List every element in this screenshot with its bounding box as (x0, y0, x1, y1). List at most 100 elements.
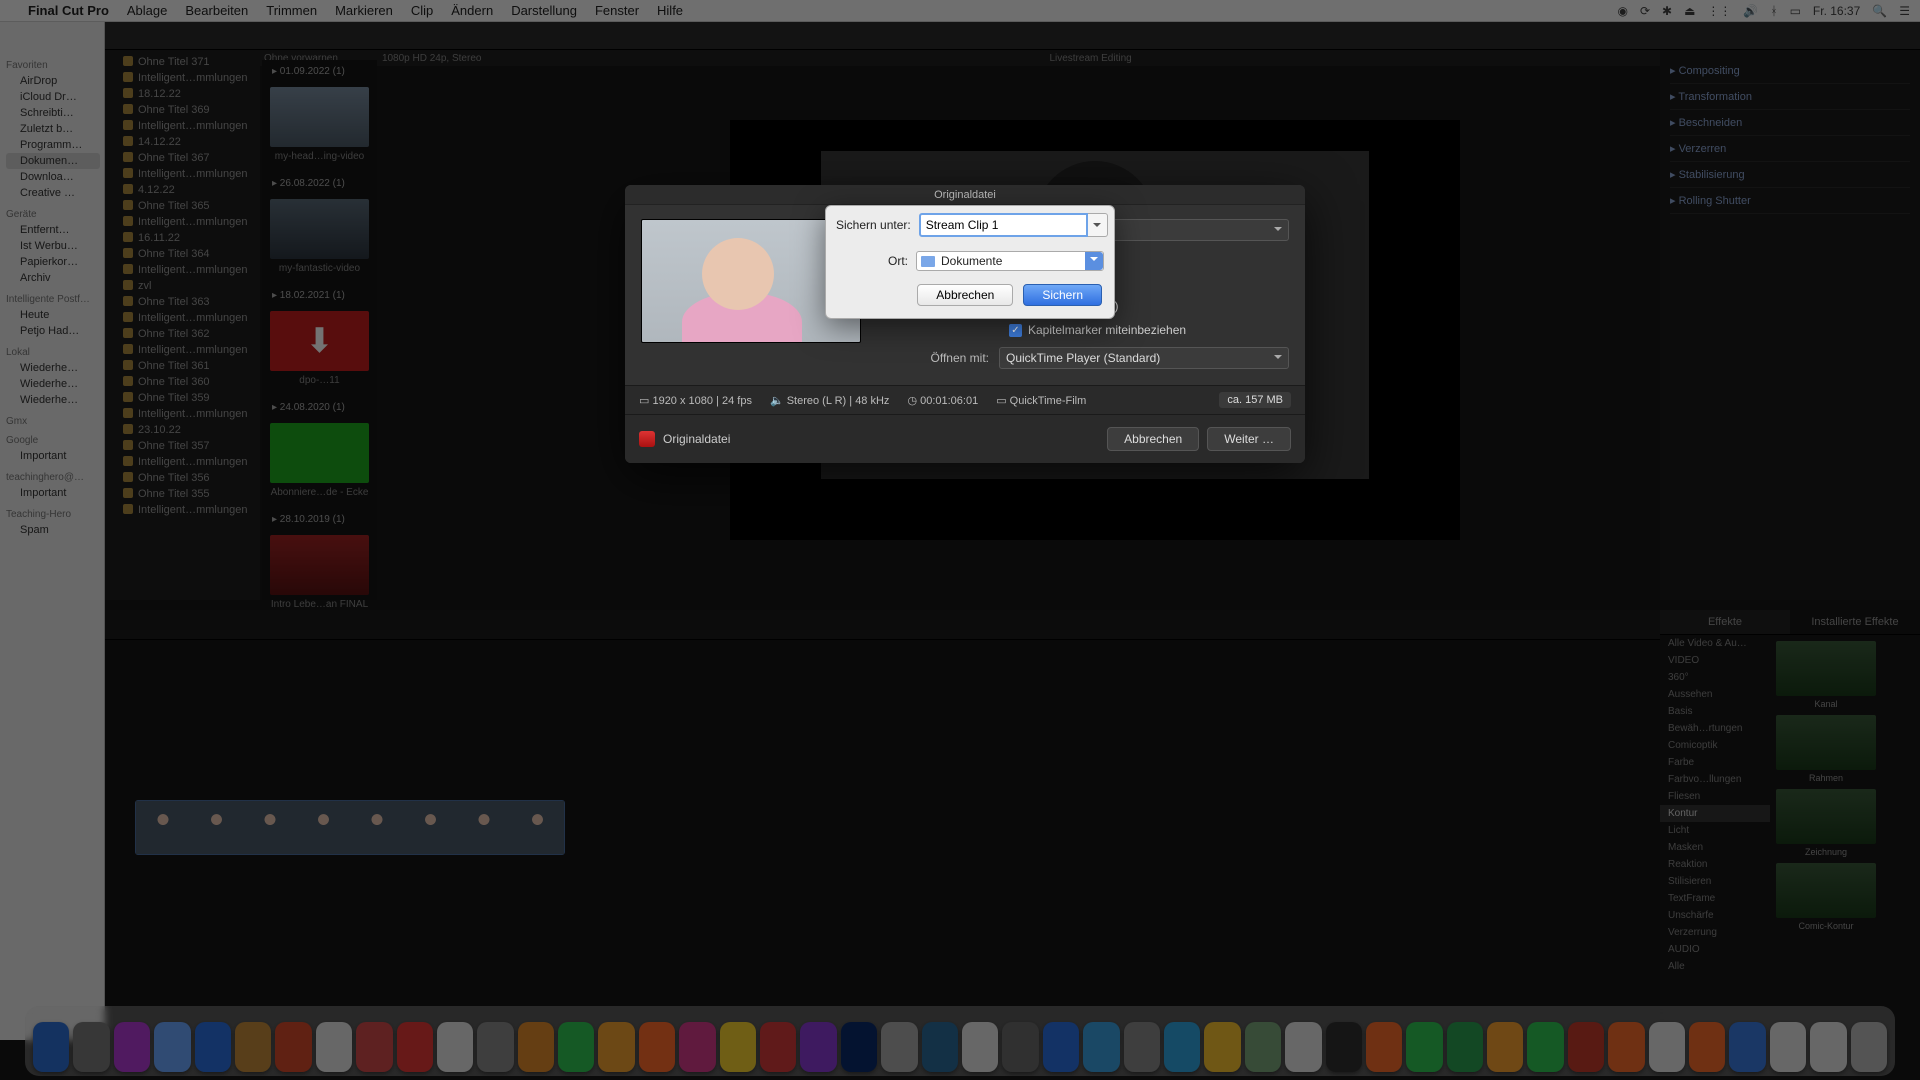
menu-clip[interactable]: Clip (411, 3, 433, 18)
menu-markieren[interactable]: Markieren (335, 3, 393, 18)
status-icon[interactable]: ✱ (1662, 4, 1672, 18)
browser-item[interactable]: Ohne Titel 364 (105, 246, 260, 262)
notifications-icon[interactable]: ☰ (1899, 4, 1910, 18)
dock-app[interactable] (1326, 1022, 1362, 1072)
thumb-tile[interactable]: my-fantastic-video (270, 199, 369, 274)
sidebar-item[interactable]: Spam (6, 522, 100, 538)
browser-item[interactable]: Intelligent…mmlungen (105, 342, 260, 358)
wifi-icon[interactable]: ⋮⋮ (1707, 4, 1731, 18)
dock-app[interactable] (1164, 1022, 1200, 1072)
effects-category[interactable]: TextFrame (1660, 890, 1770, 907)
browser-item[interactable]: Ohne Titel 357 (105, 438, 260, 454)
dock-app[interactable] (518, 1022, 554, 1072)
effects-category[interactable]: Fliesen (1660, 788, 1770, 805)
bluetooth-icon[interactable]: ᚼ (1770, 4, 1777, 18)
effects-panel[interactable]: EffekteInstallierte EffekteAlle Video & … (1660, 610, 1920, 1040)
sidebar-item[interactable]: Creative … (6, 185, 100, 201)
dock-app[interactable] (1447, 1022, 1483, 1072)
thumb-date[interactable]: ▸ 28.10.2019 (1) (262, 508, 377, 525)
timeline-ruler[interactable] (105, 610, 1660, 640)
status-icon[interactable]: ⏏ (1684, 4, 1695, 18)
browser-item[interactable]: Intelligent…mmlungen (105, 166, 260, 182)
status-icon[interactable]: ◉ (1617, 4, 1627, 18)
browser-item[interactable]: 16.11.22 (105, 230, 260, 246)
browser-item[interactable]: Ohne Titel 369 (105, 102, 260, 118)
browser-item[interactable]: Ohne Titel 371 (105, 54, 260, 70)
dock-app[interactable] (598, 1022, 634, 1072)
openwith-select[interactable]: QuickTime Player (Standard) (999, 347, 1289, 369)
effects-category[interactable]: Unschärfe (1660, 907, 1770, 924)
sidebar-item[interactable]: Dokumen… (6, 153, 100, 169)
dock-app[interactable] (1245, 1022, 1281, 1072)
clock[interactable]: Fr. 16:37 (1813, 4, 1860, 18)
browser-item[interactable]: Ohne Titel 356 (105, 470, 260, 486)
inspector-section[interactable]: ▸ Beschneiden (1670, 110, 1910, 136)
sidebar-item[interactable]: Ist Werbu… (6, 238, 100, 254)
inspector-section[interactable]: ▸ Compositing (1670, 58, 1910, 84)
dock-app[interactable] (760, 1022, 796, 1072)
sidebar-item[interactable]: Important (6, 485, 100, 501)
thumb-date[interactable]: ▸ 01.09.2022 (1) (262, 60, 377, 77)
menu-fenster[interactable]: Fenster (595, 3, 639, 18)
spotlight-icon[interactable]: 🔍 (1872, 4, 1887, 18)
dock-app[interactable] (1770, 1022, 1806, 1072)
browser-item[interactable]: 18.12.22 (105, 86, 260, 102)
dock-app[interactable] (114, 1022, 150, 1072)
effects-category[interactable]: VIDEO (1660, 652, 1770, 669)
effects-category[interactable]: Stilisieren (1660, 873, 1770, 890)
sidebar-item[interactable]: Archiv (6, 270, 100, 286)
sidebar-item[interactable]: Entfernt… (6, 222, 100, 238)
browser-item[interactable]: Intelligent…mmlungen (105, 262, 260, 278)
menu-darstellung[interactable]: Darstellung (511, 3, 577, 18)
app-name[interactable]: Final Cut Pro (28, 3, 109, 18)
browser-item[interactable]: zvl (105, 278, 260, 294)
save-name-input[interactable] (919, 213, 1088, 237)
effects-category[interactable]: Masken (1660, 839, 1770, 856)
sidebar-item[interactable]: Important (6, 448, 100, 464)
save-confirm-button[interactable]: Sichern (1023, 284, 1102, 306)
effects-category[interactable]: Alle (1660, 958, 1770, 975)
dock-app[interactable] (1083, 1022, 1119, 1072)
effects-category[interactable]: Verzerrung (1660, 924, 1770, 941)
dock-app[interactable] (1406, 1022, 1442, 1072)
browser-item[interactable]: Intelligent…mmlungen (105, 406, 260, 422)
dock-app[interactable] (195, 1022, 231, 1072)
effects-category[interactable]: Licht (1660, 822, 1770, 839)
effect-thumb[interactable]: Zeichnung (1776, 789, 1876, 857)
dock-app[interactable] (558, 1022, 594, 1072)
browser-item[interactable]: Ohne Titel 359 (105, 390, 260, 406)
effects-category[interactable]: Comicoptik (1660, 737, 1770, 754)
export-cancel-button[interactable]: Abbrechen (1107, 427, 1199, 451)
dock-app[interactable] (679, 1022, 715, 1072)
effects-category[interactable]: Aussehen (1660, 686, 1770, 703)
browser-item[interactable]: Intelligent…mmlungen (105, 454, 260, 470)
status-icon[interactable]: ⟳ (1640, 4, 1650, 18)
dock-app[interactable] (1366, 1022, 1402, 1072)
dock-app[interactable] (1487, 1022, 1523, 1072)
sidebar-item[interactable]: Schreibti… (6, 105, 100, 121)
dock-app[interactable] (477, 1022, 513, 1072)
chapters-checkbox[interactable]: ✓ Kapitelmarker miteinbeziehen (1009, 323, 1289, 337)
inspector-section[interactable]: ▸ Rolling Shutter (1670, 188, 1910, 214)
dock-app[interactable] (1124, 1022, 1160, 1072)
timeline-clip[interactable] (135, 800, 565, 855)
dock-app[interactable] (1285, 1022, 1321, 1072)
dock-app[interactable] (33, 1022, 69, 1072)
browser-item[interactable]: Intelligent…mmlungen (105, 310, 260, 326)
thumb-tile[interactable]: Intro Lebe…an FINAL (270, 535, 369, 610)
browser-item[interactable]: Ohne Titel 362 (105, 326, 260, 342)
export-next-button[interactable]: Weiter … (1207, 427, 1291, 451)
effects-category[interactable]: AUDIO (1660, 941, 1770, 958)
sidebar-item[interactable]: Wiederhe… (6, 360, 100, 376)
timeline[interactable] (105, 610, 1660, 1040)
thumb-tile[interactable]: Abonniere…de - Ecke (270, 423, 369, 498)
save-location-select[interactable]: Dokumente (916, 251, 1104, 271)
dock-app[interactable] (1649, 1022, 1685, 1072)
dock-app[interactable] (639, 1022, 675, 1072)
menu-trimmen[interactable]: Trimmen (266, 3, 317, 18)
sidebar-item[interactable]: Wiederhe… (6, 392, 100, 408)
clip-thumbnails[interactable]: ▸ 01.09.2022 (1)my-head…ing-video▸ 26.08… (262, 60, 377, 600)
dock-app[interactable] (1568, 1022, 1604, 1072)
dock-app[interactable] (800, 1022, 836, 1072)
sidebar-item[interactable]: Wiederhe… (6, 376, 100, 392)
